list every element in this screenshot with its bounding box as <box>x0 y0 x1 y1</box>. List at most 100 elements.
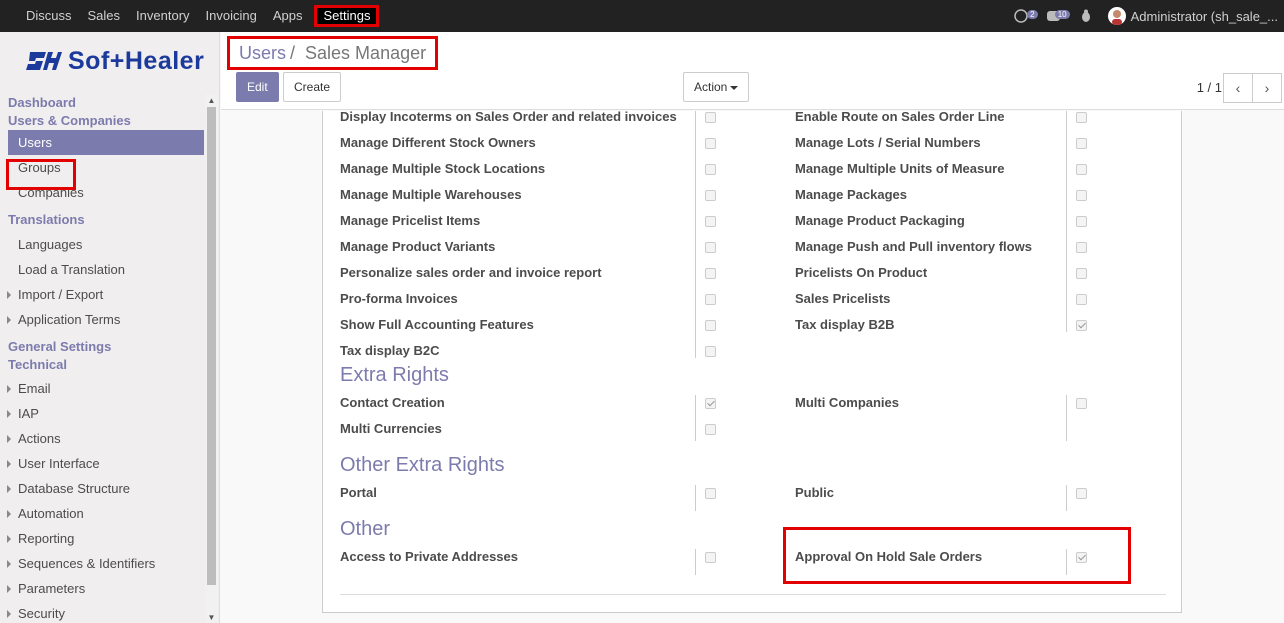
sidebar-item-label: Security <box>18 606 65 621</box>
permission-checkbox[interactable] <box>705 488 716 499</box>
action-dropdown-button[interactable]: Action <box>683 72 750 102</box>
expand-caret-icon <box>7 435 11 443</box>
scroll-down-arrow-icon[interactable]: ▼ <box>205 611 218 623</box>
permission-checkbox[interactable] <box>705 398 716 409</box>
expand-caret-icon <box>7 510 11 518</box>
sidebar-item-users[interactable]: Users <box>8 130 204 155</box>
sidebar-item-automation[interactable]: Automation <box>0 501 204 526</box>
permission-label: Tax display B2B <box>795 317 895 332</box>
permission-checkbox[interactable] <box>1076 190 1087 201</box>
top-navbar: Discuss Sales Inventory Invoicing Apps S… <box>0 0 1284 32</box>
sidebar-item-reporting[interactable]: Reporting <box>0 526 204 551</box>
menu-inventory[interactable]: Inventory <box>128 0 197 32</box>
chat-icon[interactable]: 2 <box>1012 8 1038 24</box>
table-row: Portal Public <box>323 480 1183 506</box>
sidebar-section-translations[interactable]: Translations <box>0 211 204 229</box>
expand-caret-icon <box>7 585 11 593</box>
highlight-box-users <box>6 159 76 190</box>
permission-label: Pro-forma Invoices <box>340 291 458 306</box>
permission-checkbox[interactable] <box>705 190 716 201</box>
permission-checkbox[interactable] <box>1076 268 1087 279</box>
permission-checkbox[interactable] <box>1076 488 1087 499</box>
sidebar-item-parameters[interactable]: Parameters <box>0 576 204 601</box>
permission-checkbox[interactable] <box>705 138 716 149</box>
edit-button[interactable]: Edit <box>236 72 279 102</box>
create-button[interactable]: Create <box>283 72 342 102</box>
sidebar-item-application-terms[interactable]: Application Terms <box>0 307 204 332</box>
permission-checkbox[interactable] <box>1076 320 1087 331</box>
permission-label: Manage Product Packaging <box>795 213 965 228</box>
permission-checkbox[interactable] <box>705 294 716 305</box>
permission-checkbox[interactable] <box>1076 398 1087 409</box>
sidebar-section-general-settings[interactable]: General Settings <box>0 338 204 356</box>
permission-checkbox[interactable] <box>1076 164 1087 175</box>
pager-next-button[interactable]: › <box>1252 73 1282 103</box>
menu-settings[interactable]: Settings <box>314 5 380 27</box>
permission-checkbox[interactable] <box>1076 242 1087 253</box>
sidebar-section-users-companies[interactable]: Users & Companies <box>0 112 204 130</box>
section-title-other-extra-rights: Other Extra Rights <box>340 454 505 476</box>
action-label: Action <box>694 80 728 94</box>
user-menu[interactable]: Administrator (sh_sale_... <box>1131 9 1284 24</box>
sidebar-section-dashboard[interactable]: Dashboard <box>0 94 204 112</box>
permission-checkbox[interactable] <box>705 216 716 227</box>
permission-checkbox[interactable] <box>705 268 716 279</box>
permission-label: Personalize sales order and invoice repo… <box>340 265 602 280</box>
table-row: Manage Multiple Stock Locations Manage Mu… <box>323 156 1183 182</box>
pager-value[interactable]: 1 / 1 <box>1197 80 1222 95</box>
sidebar-item-label: Email <box>18 381 51 396</box>
sidebar-scrollbar[interactable]: ▲ ▼ <box>205 94 218 623</box>
breadcrumb: Users / Sales Manager <box>227 36 439 70</box>
sidebar-item-import-export[interactable]: Import / Export <box>0 282 204 307</box>
permission-checkbox[interactable] <box>705 320 716 331</box>
sidebar-item-label: Application Terms <box>18 312 121 327</box>
scroll-up-arrow-icon[interactable]: ▲ <box>205 94 218 106</box>
debug-bug-icon[interactable] <box>1076 8 1096 24</box>
permission-checkbox[interactable] <box>705 164 716 175</box>
permission-label: Portal <box>340 485 377 500</box>
sidebar-item-iap[interactable]: IAP <box>0 401 204 426</box>
permission-label: Display Incoterms on Sales Order and rel… <box>340 111 677 124</box>
permission-label: Multi Currencies <box>340 421 442 436</box>
breadcrumb-separator: / <box>290 42 296 63</box>
expand-caret-icon <box>7 610 11 618</box>
sidebar-menu: Dashboard Users & Companies Users Groups… <box>0 94 219 623</box>
sidebar-item-email[interactable]: Email <box>0 376 204 401</box>
sidebar-item-label: Database Structure <box>18 481 131 496</box>
permission-checkbox[interactable] <box>705 346 716 357</box>
sidebar-item-actions[interactable]: Actions <box>0 426 204 451</box>
activity-count-badge: 10 <box>1054 10 1070 19</box>
sidebar-section-technical[interactable]: Technical <box>0 356 204 374</box>
permission-checkbox[interactable] <box>1076 112 1087 123</box>
sidebar-item-label: User Interface <box>18 456 100 471</box>
permission-checkbox[interactable] <box>705 112 716 123</box>
menu-sales[interactable]: Sales <box>80 0 129 32</box>
scrollbar-thumb[interactable] <box>207 107 216 585</box>
user-avatar[interactable] <box>1107 7 1126 25</box>
sidebar-item-user-interface[interactable]: User Interface <box>0 451 204 476</box>
table-row: Manage Product Variants Manage Push and P… <box>323 234 1183 260</box>
sidebar-item-database-structure[interactable]: Database Structure <box>0 476 204 501</box>
breadcrumb-users-link[interactable]: Users <box>239 43 286 64</box>
expand-caret-icon <box>7 410 11 418</box>
permission-label: Show Full Accounting Features <box>340 317 534 332</box>
permission-checkbox[interactable] <box>705 242 716 253</box>
permission-checkbox[interactable] <box>1076 138 1087 149</box>
expand-caret-icon <box>7 291 11 299</box>
sidebar-item-load-translation[interactable]: Load a Translation <box>0 257 204 282</box>
sidebar-item-security[interactable]: Security <box>0 601 204 623</box>
menu-invoicing[interactable]: Invoicing <box>198 0 265 32</box>
section-title-other: Other <box>340 518 391 540</box>
sidebar-item-sequences[interactable]: Sequences & Identifiers <box>0 551 204 576</box>
permission-checkbox[interactable] <box>705 424 716 435</box>
activity-icon[interactable]: 10 <box>1044 8 1070 24</box>
permission-checkbox[interactable] <box>705 552 716 563</box>
permission-label: Manage Multiple Warehouses <box>340 187 522 202</box>
menu-apps[interactable]: Apps <box>265 0 311 32</box>
sidebar-item-languages[interactable]: Languages <box>0 232 204 257</box>
menu-discuss[interactable]: Discuss <box>18 0 80 32</box>
pager-previous-button[interactable]: ‹ <box>1223 73 1253 103</box>
permission-checkbox[interactable] <box>1076 294 1087 305</box>
permission-checkbox[interactable] <box>1076 216 1087 227</box>
sidebar-item-label: Automation <box>18 506 84 521</box>
